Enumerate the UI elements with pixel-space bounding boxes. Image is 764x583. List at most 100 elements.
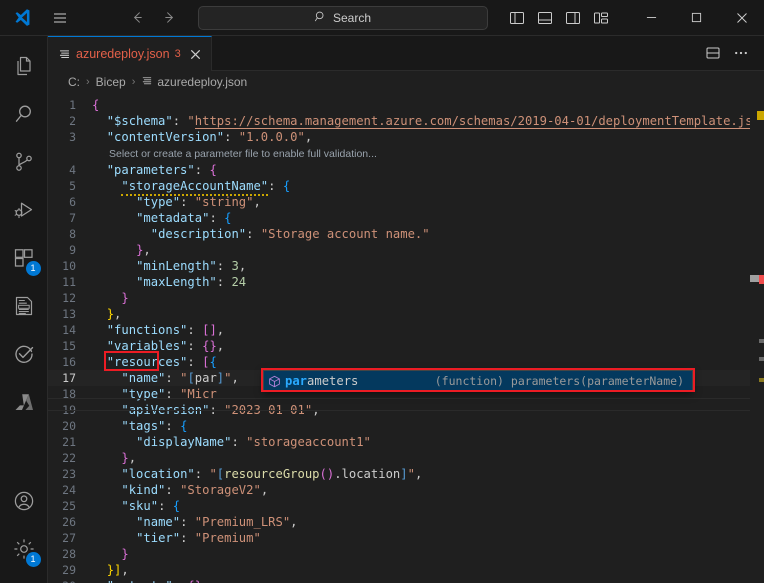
line-content: "resources": [{ [106,355,217,369]
tab-label: azuredeploy.json [76,47,170,61]
code-line[interactable]: 5 "storageAccountName": { [48,178,764,196]
vscode-window: Search 1 1 azuredeploy.json 3 C: › Bicep… [0,0,764,583]
code-line[interactable]: 25 "sku": { [48,498,764,514]
minimize-button[interactable] [629,0,674,35]
toggle-primary-sidebar-icon[interactable] [503,4,531,32]
code-line[interactable]: 14 "functions": [], [48,322,764,338]
code-line[interactable]: 7 "metadata": { [48,210,764,226]
search-icon [12,102,36,131]
line-content: "name": "Premium_LRS", [136,515,298,529]
code-line[interactable]: 27 "tier": "Premium" [48,530,764,546]
breadcrumb-item-folder[interactable]: Bicep [96,75,126,89]
suggest-item-parameters[interactable]: parameters (function) parameters(paramet… [264,371,692,391]
line-content: }, [136,243,151,257]
code-line[interactable]: 8 "description": "Storage account name." [48,226,764,242]
tab-azuredeploy-json[interactable]: azuredeploy.json 3 [48,36,212,71]
back-arrow-icon[interactable] [124,5,150,31]
sidebar-item-explorer[interactable] [0,44,48,92]
tab-close-icon[interactable] [190,49,201,60]
code-line[interactable]: 24 "kind": "StorageV2", [48,482,764,498]
azure-icon [12,390,36,419]
code-line[interactable]: 22 }, [48,450,764,466]
suggest-item-detail: (function) parameters(parameterName) [434,374,684,388]
code-line[interactable]: 2 "$schema": "https://schema.management.… [48,113,764,129]
line-content: "parameters": { [106,163,217,177]
line-number: 7 [69,211,76,225]
code-line[interactable]: 29 }], [48,562,764,578]
line-content: "tier": "Premium" [136,531,261,545]
account-icon [12,489,36,518]
sidebar-item-source-control[interactable] [0,140,48,188]
code-line[interactable]: 23 "location": "[resourceGroup().locatio… [48,466,764,482]
editor-tabs-bar: azuredeploy.json 3 [48,36,764,71]
vscode-logo-icon [4,3,40,33]
overview-ruler[interactable] [750,93,764,583]
line-number: 30 [48,578,92,583]
line-number: 4 [69,163,76,177]
editor-group: azuredeploy.json 3 C: › Bicep › azuredep… [48,36,764,583]
line-content: "outputs": {} [92,578,764,583]
toggle-panel-icon[interactable] [531,4,559,32]
title-bar: Search [0,0,764,36]
line-content: } [121,291,129,305]
code-line[interactable]: 12 } [48,290,764,306]
code-line[interactable]: 13 }, [48,306,764,322]
sidebar-item-azure[interactable] [0,380,48,428]
code-line[interactable]: 20 "tags": { [48,418,764,434]
search-placeholder-text: Search [332,10,372,25]
code-line[interactable]: 26 "name": "Premium_LRS", [48,514,764,530]
line-number: 8 [69,227,76,241]
code-line[interactable]: 30 "outputs": {} [48,578,764,583]
line-content: "metadata": { [136,211,232,225]
line-content: "description": "Storage account name." [150,227,430,241]
code-lens[interactable]: Select or create a parameter file to ena… [48,145,764,162]
sidebar-item-extensions[interactable]: 1 [0,236,48,284]
overview-error-marker [759,275,764,284]
code-line[interactable]: 21 "displayName": "storageaccount1" [48,434,764,450]
maximize-button[interactable] [674,0,719,35]
close-button[interactable] [719,0,764,35]
line-number: 21 [62,435,76,449]
line-number: 14 [62,323,76,337]
sidebar-item-notebook[interactable] [0,284,48,332]
tab-error-count: 3 [174,48,181,60]
editor-tabs: azuredeploy.json 3 [48,36,212,71]
code-line[interactable]: 28 } [48,546,764,562]
sidebar-item-testing[interactable] [0,332,48,380]
code-line[interactable]: 11 "maxLength": 24 [48,274,764,290]
code-line[interactable]: 9 }, [48,242,764,258]
line-content: "$schema": "https://schema.management.az… [92,113,764,129]
split-editor-icon[interactable] [700,40,726,66]
breadcrumb-item-drive[interactable]: C: [68,75,80,89]
files-icon [12,54,36,83]
overview-warning-marker-3 [759,357,764,361]
application-menu-button[interactable] [42,3,78,33]
more-actions-icon[interactable] [728,40,754,66]
sidebar-item-search[interactable] [0,92,48,140]
accounts-button[interactable] [0,479,48,527]
code-editor[interactable]: 1{2 "$schema": "https://schema.managemen… [48,93,764,583]
search-input[interactable]: Search [197,5,488,30]
code-line[interactable]: 6 "type": "string", [48,194,764,210]
line-content: "type": "string", [136,195,261,209]
sidebar-item-run-and-debug[interactable] [0,188,48,236]
command-center: Search [182,5,503,30]
line-number: 29 [62,563,76,577]
code-line[interactable]: 16 "resources": [{ [48,354,764,370]
code-lines[interactable]: 1{2 "$schema": "https://schema.managemen… [48,93,764,583]
customize-layout-icon[interactable] [587,4,615,32]
toggle-secondary-sidebar-icon[interactable] [559,4,587,32]
line-content: "contentVersion": "1.0.0.0", [106,130,313,144]
activity-bar: 1 1 [0,36,48,583]
code-line[interactable]: 4 "parameters": { [48,162,764,178]
code-line[interactable]: 15 "variables": {}, [48,338,764,354]
code-line[interactable]: 1{ [48,97,764,113]
breadcrumb-item-file[interactable]: azuredeploy.json [141,75,247,90]
forward-arrow-icon[interactable] [156,5,182,31]
code-line[interactable]: 3 "contentVersion": "1.0.0.0", [48,129,764,145]
suggest-widget[interactable]: parameters (function) parameters(paramet… [263,370,693,392]
settings-button[interactable]: 1 [0,527,48,575]
code-line[interactable]: 10 "minLength": 3, [48,258,764,274]
line-content: "minLength": 3, [136,259,247,273]
line-content: { [92,98,100,112]
